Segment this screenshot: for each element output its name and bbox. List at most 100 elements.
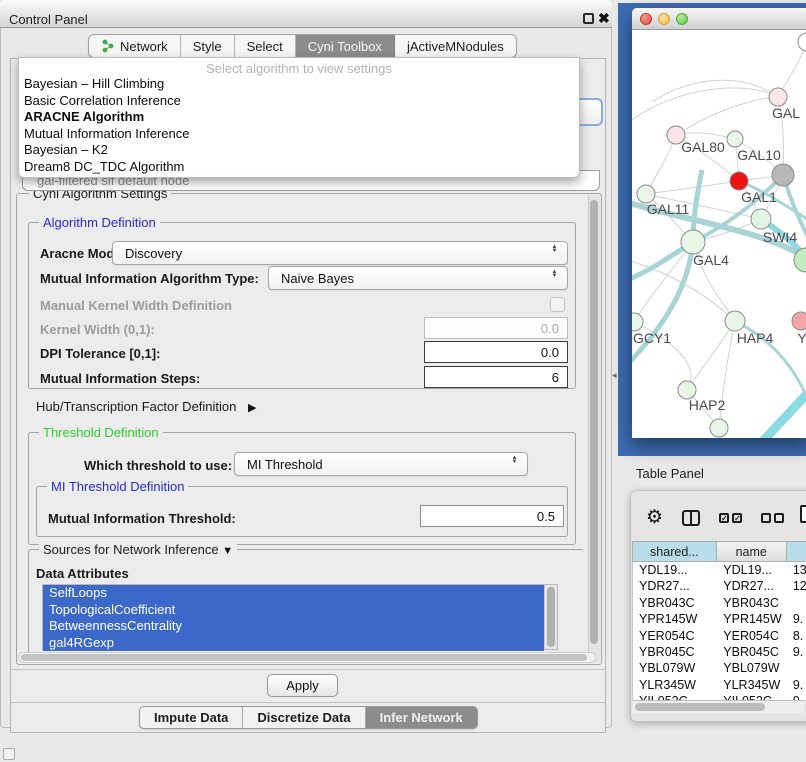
table-row[interactable]: YDL19...YDL19...13 (633, 562, 806, 578)
attribute-item[interactable]: SelfLoops (43, 585, 544, 602)
attributes-scrollbar[interactable] (544, 585, 557, 649)
network-node-gal10[interactable] (727, 131, 743, 147)
table-row[interactable]: YPR145WYPR145W9. (633, 611, 806, 627)
tab-impute-data[interactable]: Impute Data (140, 707, 243, 728)
chevron-down-icon: ▼ (222, 545, 233, 557)
hub-definition-toggle[interactable]: Hub/Transcription Factor Definition ▶ (36, 399, 256, 414)
algorithm-option[interactable]: ARACNE Algorithm (19, 109, 579, 126)
close-traffic-light-icon[interactable] (640, 13, 652, 25)
table-row[interactable]: YBL079WYBL079W (633, 660, 806, 676)
apply-button[interactable]: Apply (267, 674, 338, 697)
network-node-swi4[interactable] (751, 209, 771, 229)
algorithm-dropdown: Select algorithm to view settings Bayesi… (18, 57, 580, 178)
table-cell: YBL079W (717, 660, 787, 676)
node-table: shared...name YDL19...YDL19...13YDR27...… (632, 541, 806, 700)
minimized-panel-icon[interactable] (3, 748, 15, 760)
manual-kernel-checkbox[interactable] (550, 297, 565, 312)
column-header[interactable]: name (717, 541, 787, 562)
mi-steps-label: Mutual Information Steps: (40, 371, 200, 386)
float-window-icon[interactable] (583, 13, 594, 24)
network-node-hap4[interactable] (725, 311, 745, 331)
table-cell: YIL052C (717, 693, 787, 700)
tab-network[interactable]: Network (89, 35, 181, 57)
table-hscrollbar[interactable] (632, 700, 804, 713)
minimize-traffic-light-icon[interactable] (658, 13, 670, 25)
tab-select[interactable]: Select (235, 35, 296, 57)
table-row[interactable]: YDR27...YDR27...12 (633, 578, 806, 594)
tab-discretize-data[interactable]: Discretize Data (243, 707, 365, 728)
algorithm-dropdown-list: Bayesian – Hill ClimbingBasic Correlatio… (19, 76, 579, 176)
network-node-y[interactable] (792, 312, 806, 330)
aracne-mode-select[interactable]: Discovery ▲▼ (112, 241, 568, 265)
network-node-gal[interactable] (769, 88, 787, 106)
chevron-right-icon: ▶ (248, 401, 256, 414)
panel-splitter-arrow-icon[interactable]: ◂ (612, 370, 617, 381)
mi-threshold-label: Mutual Information Threshold: (48, 511, 236, 526)
table-row[interactable]: YER054CYER054C8. (633, 628, 806, 644)
network-graph[interactable]: GALGAL80GAL10GAL1GAL11SWI4GAL4GCY1HAP4YH… (632, 30, 806, 438)
deselect-all-columns-icon[interactable] (761, 513, 784, 523)
select-all-columns-icon[interactable]: ✓✓ (719, 513, 742, 523)
attribute-item[interactable]: TopologicalCoefficient (43, 602, 544, 619)
algorithm-option[interactable]: Basic Correlation Inference (19, 93, 579, 110)
tab-cyni-toolbox[interactable]: Cyni Toolbox (296, 35, 395, 57)
table-cell (787, 660, 806, 676)
split-columns-icon[interactable] (682, 510, 700, 526)
algorithm-dropdown-prompt: Select algorithm to view settings (19, 61, 579, 76)
network-node[interactable] (798, 33, 806, 51)
data-attributes-listbox: SelfLoopsTopologicalCoefficientBetweenne… (42, 584, 558, 650)
network-window[interactable]: GALGAL80GAL10GAL1GAL11SWI4GAL4GCY1HAP4YH… (632, 8, 806, 438)
table-cell: YBL079W (633, 660, 717, 676)
hub-definition-label: Hub/Transcription Factor Definition (36, 399, 236, 414)
table-row[interactable]: YBR043CYBR043C (633, 595, 806, 611)
algorithm-option[interactable]: Dream8 DC_TDC Algorithm (19, 159, 579, 176)
dpi-tolerance-field[interactable]: 0.0 (424, 341, 568, 363)
mi-threshold-field[interactable]: 0.5 (420, 505, 564, 527)
mi-type-select[interactable]: Naive Bayes ▲▼ (268, 266, 568, 290)
node-label: GAL4 (693, 252, 729, 268)
close-icon[interactable]: ✖ (598, 10, 610, 27)
algorithm-option[interactable]: Bayesian – Hill Climbing (19, 76, 579, 93)
settings-scrollbar-thumb[interactable] (590, 200, 598, 644)
table-row[interactable]: YIL052CYIL052C9. (633, 693, 806, 700)
tab-label: Select (247, 39, 283, 54)
network-node-gcy1[interactable] (632, 313, 643, 331)
which-threshold-select[interactable]: MI Threshold ▲▼ (234, 452, 528, 476)
network-canvas[interactable]: GALGAL80GAL10GAL1GAL11SWI4GAL4GCY1HAP4YH… (632, 30, 806, 438)
gear-icon[interactable]: ⚙ (646, 508, 663, 528)
table-row[interactable]: YLR345WYLR345W9. (633, 677, 806, 693)
tab-jactivemnodules[interactable]: jActiveMNodules (395, 35, 516, 57)
mi-steps-field[interactable]: 6 (424, 366, 568, 388)
table-cell: YBR043C (633, 595, 717, 611)
table-cell: YDR27... (633, 578, 717, 594)
network-node-gal1[interactable] (730, 172, 748, 190)
kernel-width-field[interactable]: 0.0 (424, 317, 568, 339)
tab-style[interactable]: Style (181, 35, 235, 57)
sources-toggle[interactable]: Sources for Network Inference ▼ (39, 542, 237, 557)
control-panel-titlebar[interactable] (0, 0, 612, 28)
network-node-gal4[interactable] (681, 230, 705, 254)
network-node[interactable] (772, 164, 794, 186)
manual-kernel-label: Manual Kernel Width Definition (40, 298, 232, 313)
divider (11, 702, 605, 703)
table-header-row: shared...name (632, 541, 806, 562)
column-header[interactable] (787, 541, 806, 562)
algorithm-option[interactable]: Mutual Information Inference (19, 126, 579, 143)
table-cell: YLR345W (633, 677, 717, 693)
node-label: Y (797, 330, 806, 346)
table-cell: 13 (787, 562, 806, 578)
table-row[interactable]: YBR045CYBR045C9. (633, 644, 806, 660)
algorithm-option[interactable]: Bayesian – K2 (19, 142, 579, 159)
network-window-titlebar[interactable] (632, 8, 806, 30)
tab-infer-network[interactable]: Infer Network (366, 707, 477, 728)
network-node[interactable] (710, 419, 728, 437)
attribute-item[interactable]: BetweennessCentrality (43, 618, 544, 635)
node-label: GAL10 (737, 147, 781, 163)
table-cell: 8. (787, 628, 806, 644)
attribute-item[interactable]: gal4RGexp (43, 635, 544, 652)
zoom-traffic-light-icon[interactable] (676, 13, 688, 25)
page-icon[interactable] (800, 505, 806, 523)
column-header[interactable]: shared... (632, 541, 717, 562)
table-cell: 9. (787, 677, 806, 693)
settings-hscrollbar[interactable] (18, 652, 596, 663)
